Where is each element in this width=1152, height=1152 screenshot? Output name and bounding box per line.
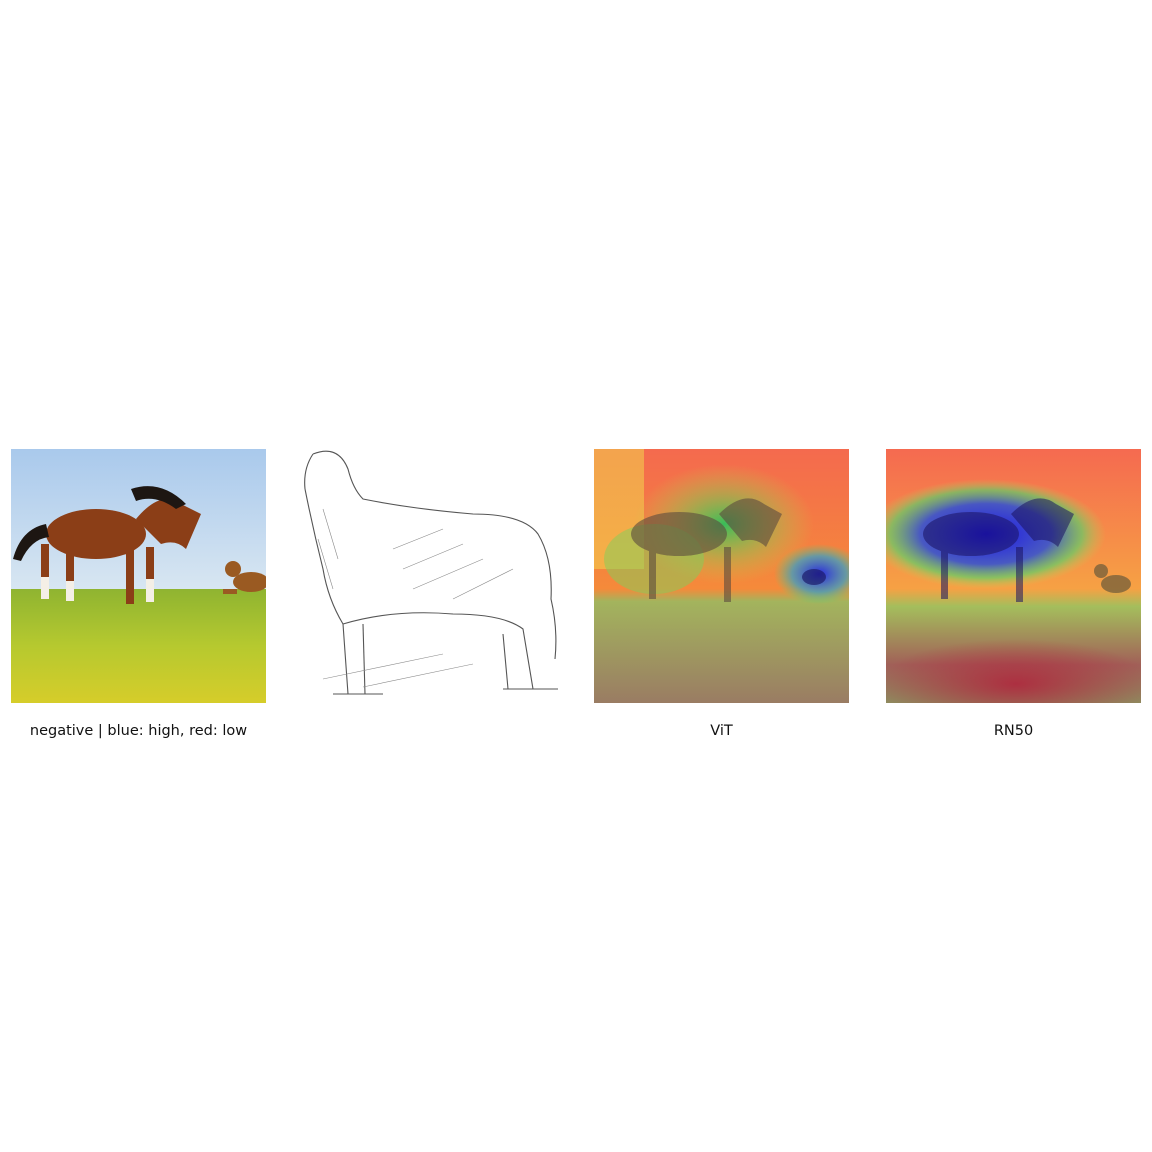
panel-caption-vit: ViT bbox=[710, 723, 733, 739]
vit-heatmap-panel bbox=[594, 449, 849, 703]
original-image-panel bbox=[11, 449, 266, 703]
rn50-heatmap-icon bbox=[886, 449, 1141, 703]
sketch-image-panel bbox=[303, 449, 558, 703]
panel-caption-rn50: RN50 bbox=[993, 723, 1034, 739]
dog-sketch-icon bbox=[303, 449, 558, 703]
panel-caption-negative: negative | blue: high, red: low bbox=[29, 723, 248, 739]
horse-and-dog-photo-icon bbox=[11, 449, 266, 703]
vit-heatmap-icon bbox=[594, 449, 849, 703]
rn50-heatmap-panel bbox=[886, 449, 1141, 703]
